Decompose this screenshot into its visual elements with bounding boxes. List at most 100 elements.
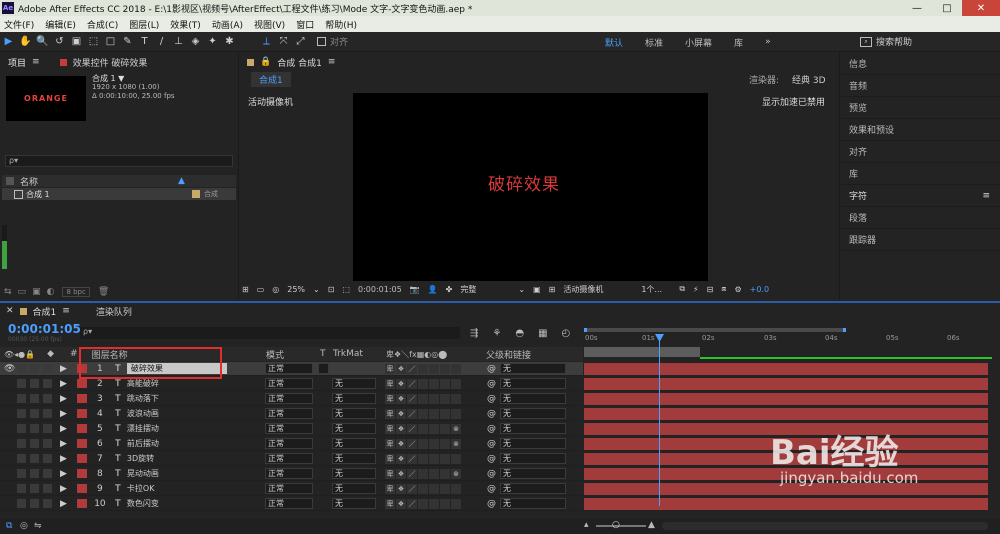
help-search-input[interactable]: 搜索帮助 bbox=[876, 35, 912, 48]
sort-arrow-icon[interactable]: ▲ bbox=[178, 176, 185, 186]
interpret-footage-icon[interactable]: ⇆ bbox=[4, 287, 12, 297]
view-axis-icon[interactable]: ⤢ bbox=[292, 34, 309, 50]
reset-exposure-icon[interactable]: ⚙ bbox=[734, 285, 741, 294]
flowchart-icon[interactable]: ⧈ bbox=[721, 284, 726, 294]
type-tool-icon[interactable]: T bbox=[136, 34, 153, 50]
col-trkmat[interactable]: TrkMat bbox=[333, 349, 363, 359]
always-preview-icon[interactable]: ⊞ bbox=[242, 285, 249, 294]
parent-pickwhip-icon[interactable]: @ bbox=[487, 424, 496, 434]
layer-color-swatch[interactable] bbox=[76, 499, 87, 508]
solo-switch[interactable] bbox=[30, 439, 39, 448]
composition-mini-flowchart-icon[interactable]: ⇶ bbox=[470, 328, 478, 339]
zoom-tool-icon[interactable]: 🔍 bbox=[34, 34, 51, 50]
show-snapshot-icon[interactable]: 👤 bbox=[428, 285, 438, 294]
project-item-row[interactable]: 合成 1 合成 bbox=[2, 188, 236, 200]
trkmat-dropdown[interactable]: 无 bbox=[332, 498, 376, 509]
col-mode[interactable]: 模式 bbox=[266, 348, 284, 361]
panel-audio[interactable]: 音频 bbox=[841, 75, 1000, 97]
layer-mode-dropdown[interactable]: 正常 bbox=[265, 468, 313, 479]
layer-name[interactable]: 跳动落下 bbox=[127, 393, 287, 404]
layer-name[interactable]: 波浪动画 bbox=[127, 408, 287, 419]
parent-dropdown[interactable]: 无 bbox=[500, 408, 566, 419]
parent-pickwhip-icon[interactable]: @ bbox=[487, 394, 496, 404]
audio-switch[interactable] bbox=[17, 424, 26, 433]
menu-animation[interactable]: 动画(A) bbox=[212, 18, 243, 31]
solo-switch[interactable] bbox=[30, 484, 39, 493]
layer-name[interactable]: 卡拉OK bbox=[127, 483, 287, 494]
layer-row[interactable]: ▶ 2 T 高能破碎 正常 无 卑 ❖ ／ @ 无 bbox=[0, 377, 583, 391]
exposure-value[interactable]: +0.0 bbox=[750, 285, 769, 294]
lock-switch[interactable] bbox=[43, 454, 52, 463]
layer-mode-dropdown[interactable]: 正常 bbox=[265, 438, 313, 449]
expand-triangle-icon[interactable]: ▶ bbox=[60, 439, 67, 449]
draft-3d-icon[interactable]: ⚘ bbox=[492, 328, 501, 339]
layer-name[interactable]: 数色闪变 bbox=[127, 498, 287, 509]
parent-dropdown[interactable]: 无 bbox=[500, 483, 566, 494]
world-axis-icon[interactable]: ⤧ bbox=[275, 34, 292, 50]
layer-duration-bar[interactable] bbox=[584, 408, 988, 420]
layer-color-swatch[interactable] bbox=[76, 454, 87, 463]
channel-icon[interactable]: ✤ bbox=[446, 285, 453, 294]
timeline-timecode[interactable]: 0:00:01:05 bbox=[8, 322, 81, 336]
camera-view-dropdown[interactable]: 活动摄像机 bbox=[563, 284, 633, 295]
menu-layer[interactable]: 图层(L) bbox=[129, 18, 159, 31]
motion-blur-icon[interactable]: ◴ bbox=[562, 328, 571, 339]
audio-switch[interactable] bbox=[17, 379, 26, 388]
solo-switch[interactable] bbox=[30, 424, 39, 433]
zoom-slider[interactable] bbox=[596, 525, 646, 527]
solo-switch[interactable] bbox=[30, 499, 39, 508]
help-search[interactable]: ⌕ 搜索帮助 bbox=[860, 35, 995, 48]
menu-file[interactable]: 文件(F) bbox=[4, 18, 34, 31]
menu-window[interactable]: 窗口 bbox=[296, 18, 314, 31]
layer-duration-bar[interactable] bbox=[584, 393, 988, 405]
layer-color-swatch[interactable] bbox=[76, 469, 87, 478]
solo-switch[interactable] bbox=[30, 379, 39, 388]
layer-duration-bar[interactable] bbox=[584, 378, 988, 390]
parent-dropdown[interactable]: 无 bbox=[500, 423, 566, 434]
zoom-out-icon[interactable]: ▴ bbox=[584, 520, 589, 530]
playhead[interactable] bbox=[659, 336, 660, 506]
fit-icon[interactable]: ⊡ bbox=[328, 285, 335, 294]
comp-subtab[interactable]: 合成1 bbox=[251, 71, 291, 87]
comp-name[interactable]: 合成 1 ▼ bbox=[92, 74, 175, 83]
color-settings-icon[interactable]: ◐ bbox=[47, 287, 55, 297]
solo-switch[interactable] bbox=[30, 409, 39, 418]
hand-tool-icon[interactable]: ✋ bbox=[17, 34, 34, 50]
layer-mode-dropdown[interactable]: 正常 bbox=[265, 453, 313, 464]
parent-dropdown[interactable]: 无 bbox=[500, 453, 566, 464]
canvas-text-layer[interactable]: 破碎效果 bbox=[488, 170, 560, 195]
roi-icon[interactable]: ⬚ bbox=[342, 285, 350, 294]
panel-info[interactable]: 信息 bbox=[841, 53, 1000, 75]
layer-name[interactable]: 晃动动画 bbox=[127, 468, 287, 479]
transfer-controls-icon[interactable]: ◎ bbox=[20, 521, 28, 531]
workspace-standard[interactable]: 标准 bbox=[645, 36, 663, 49]
layer-row[interactable]: ▶ 4 T 波浪动画 正常 无 卑 ❖ ／ @ 无 bbox=[0, 407, 583, 421]
layer-row[interactable]: ▶ 7 T 3D旋转 正常 无 卑 ❖ ／ @ 无 bbox=[0, 452, 583, 466]
tab-composition[interactable]: 合成 合成1 bbox=[277, 56, 322, 69]
parent-dropdown[interactable]: 无 bbox=[500, 498, 566, 509]
expand-triangle-icon[interactable]: ▶ bbox=[60, 499, 67, 509]
label-color-swatch[interactable] bbox=[192, 190, 200, 198]
panel-effects-presets[interactable]: 效果和预设 bbox=[841, 119, 1000, 141]
new-composition-icon[interactable]: ▣ bbox=[32, 287, 41, 297]
trkmat-dropdown[interactable]: 无 bbox=[332, 408, 376, 419]
bpc-button[interactable]: 8 bpc bbox=[62, 287, 90, 297]
parent-dropdown[interactable]: 无 bbox=[500, 438, 566, 449]
tab-render-queue[interactable]: 渲染队列 bbox=[96, 305, 132, 318]
menu-view[interactable]: 视图(V) bbox=[254, 18, 285, 31]
parent-dropdown[interactable]: 无 bbox=[500, 378, 566, 389]
panel-align[interactable]: 对齐 bbox=[841, 141, 1000, 163]
solo-switch[interactable] bbox=[30, 469, 39, 478]
trkmat-dropdown[interactable] bbox=[318, 363, 329, 374]
close-button[interactable]: ✕ bbox=[962, 0, 1000, 16]
new-folder-icon[interactable]: ▭ bbox=[18, 287, 27, 297]
layer-mode-dropdown[interactable]: 正常 bbox=[265, 363, 313, 374]
close-icon[interactable]: ✕ bbox=[6, 306, 14, 316]
lock-switch[interactable] bbox=[43, 394, 52, 403]
lock-switch[interactable] bbox=[43, 469, 52, 478]
layer-row[interactable]: ▶ 10 T 数色闪变 正常 无 卑 ❖ ／ @ 无 bbox=[0, 497, 583, 511]
lock-icon[interactable]: 🔒 bbox=[260, 57, 271, 67]
maximize-button[interactable]: □ bbox=[932, 0, 962, 16]
lock-switch[interactable] bbox=[43, 439, 52, 448]
audio-switch[interactable] bbox=[17, 394, 26, 403]
